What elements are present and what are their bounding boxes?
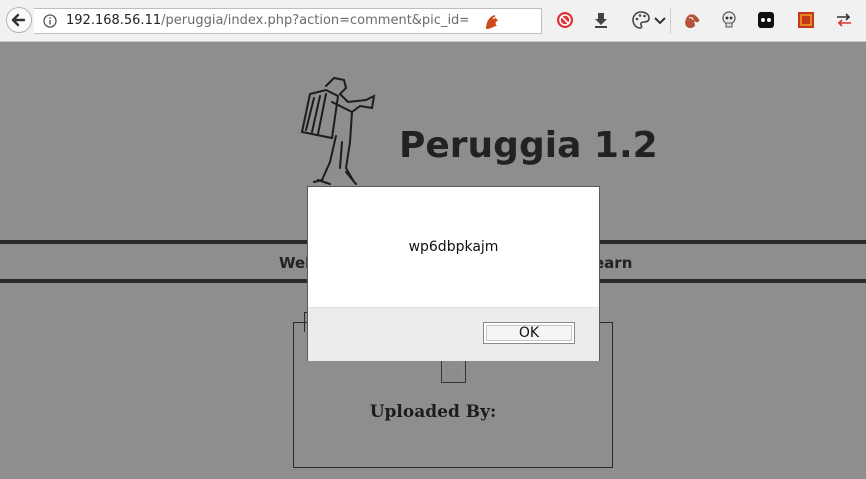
info-icon[interactable]: [43, 14, 57, 28]
hand-extension-icon[interactable]: [682, 10, 702, 30]
url-bar[interactable]: 192.168.56.11/peruggia/index.php?action=…: [34, 8, 542, 34]
url-host: 192.168.56.11: [66, 13, 162, 28]
dialog-message: wp6dbpkajm: [408, 239, 499, 255]
ok-button[interactable]: OK: [483, 322, 575, 344]
url-path: /peruggia/index.php?action=comment&pic_i…: [161, 13, 468, 28]
uploaded-by-label: Uploaded By:: [369, 402, 497, 422]
broken-image-icon: [441, 359, 466, 383]
dialog-footer: OK: [308, 307, 599, 361]
logo-sketch: [300, 76, 376, 185]
chevron-down-icon[interactable]: [653, 10, 667, 30]
toolbar-separator: [670, 8, 671, 34]
download-icon[interactable]: [591, 10, 611, 30]
red-square-extension-icon[interactable]: [796, 10, 816, 30]
back-button[interactable]: [6, 7, 32, 33]
browser-toolbar: 192.168.56.11/peruggia/index.php?action=…: [0, 0, 866, 42]
back-arrow-icon: [11, 13, 26, 27]
no-script-icon[interactable]: [555, 10, 575, 30]
skull-extension-icon[interactable]: [719, 10, 739, 30]
alert-dialog: wp6dbpkajm OK: [307, 186, 600, 361]
sidebar-arrows-icon[interactable]: [834, 10, 854, 30]
tab-extension-icon[interactable]: [756, 10, 776, 30]
nav-link-welcome[interactable]: Wel: [279, 254, 310, 272]
palette-icon[interactable]: [631, 10, 651, 30]
url-text[interactable]: 192.168.56.11/peruggia/index.php?action=…: [66, 13, 468, 28]
page-title: Peruggia 1.2: [399, 125, 658, 166]
firebug-extension-icon[interactable]: [482, 12, 502, 32]
